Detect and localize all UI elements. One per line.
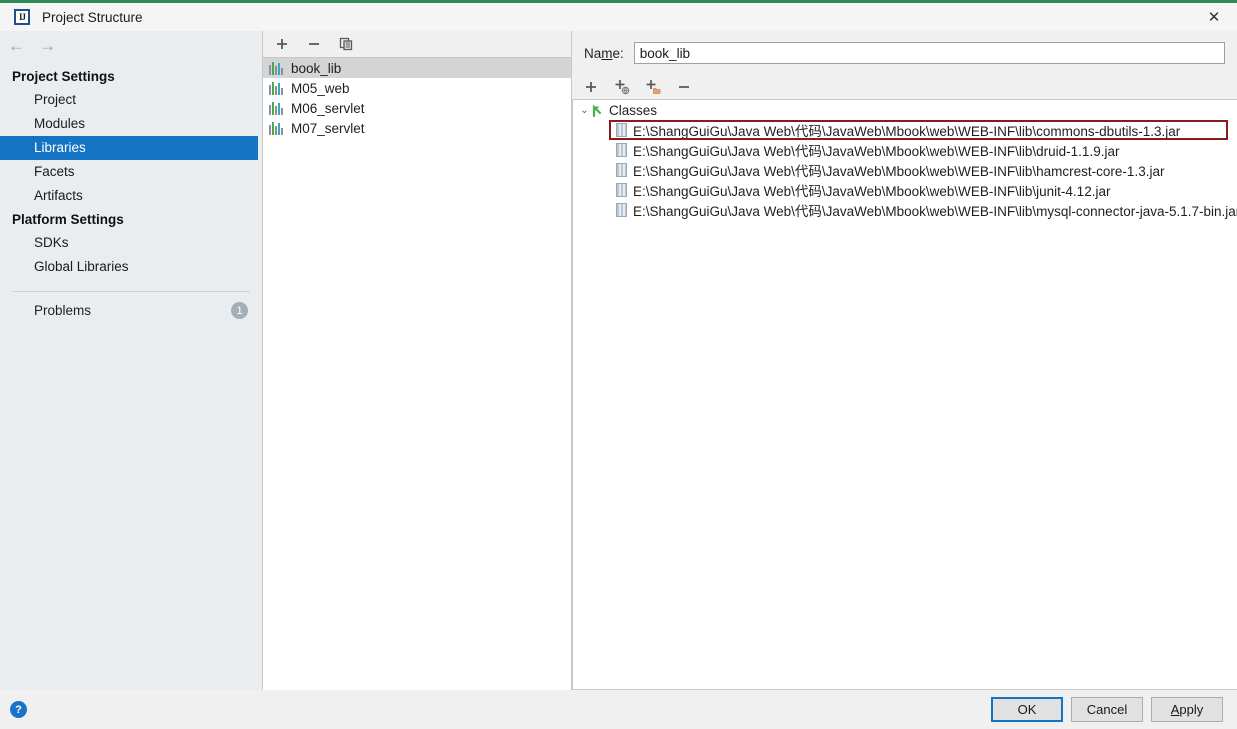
- dialog-footer: ? OK Cancel Apply: [0, 690, 1237, 729]
- sidebar-item-facets[interactable]: Facets: [0, 160, 262, 184]
- name-field-row: Name:: [572, 31, 1237, 75]
- remove-root-button[interactable]: [675, 78, 693, 96]
- dialog-buttons: OK Cancel Apply: [991, 697, 1223, 722]
- libraries-toolbar: [263, 31, 571, 57]
- tree-item-jar[interactable]: E:\ShangGuiGu\Java Web\代码\JavaWeb\Mbook\…: [573, 200, 1237, 220]
- apply-rest: pply: [1179, 702, 1204, 717]
- add-directory-root-button[interactable]: [644, 78, 662, 96]
- library-name: book_lib: [291, 60, 342, 76]
- sidebar-item-global-libraries[interactable]: Global Libraries: [0, 255, 262, 279]
- name-input[interactable]: [633, 42, 1225, 64]
- classes-green-arrow-icon: [591, 103, 608, 118]
- library-icon: [269, 81, 285, 95]
- library-name: M07_servlet: [291, 120, 365, 136]
- add-library-button[interactable]: [273, 35, 291, 53]
- library-name: M06_servlet: [291, 100, 365, 116]
- library-roots-tree[interactable]: ⌄ Classes E:\ShangGuiGu\Java Web\代码\Java…: [572, 99, 1237, 690]
- jar-path: E:\ShangGuiGu\Java Web\代码\JavaWeb\Mbook\…: [633, 184, 1111, 199]
- library-icon: [269, 61, 285, 75]
- tree-item-jar[interactable]: E:\ShangGuiGu\Java Web\代码\JavaWeb\Mbook\…: [573, 120, 1237, 140]
- cancel-button[interactable]: Cancel: [1071, 697, 1143, 722]
- jar-path: E:\ShangGuiGu\Java Web\代码\JavaWeb\Mbook\…: [633, 204, 1237, 219]
- forward-arrow-icon[interactable]: →: [39, 37, 56, 54]
- window-title: Project Structure: [42, 9, 143, 25]
- project-structure-dialog: IJ Project Structure ✕ ← → Project Setti…: [0, 0, 1237, 729]
- jar-file-icon: [616, 163, 627, 177]
- dialog-body: ← → Project Settings Project Modules Lib…: [0, 31, 1237, 690]
- jar-path: E:\ShangGuiGu\Java Web\代码\JavaWeb\Mbook\…: [633, 164, 1165, 179]
- tree-item-jar[interactable]: E:\ShangGuiGu\Java Web\代码\JavaWeb\Mbook\…: [573, 140, 1237, 160]
- list-item[interactable]: M06_servlet: [263, 98, 571, 118]
- ok-button[interactable]: OK: [991, 697, 1063, 722]
- tree-node-classes[interactable]: ⌄ Classes: [573, 100, 1237, 120]
- libraries-list-panel: book_lib M05_web M06_servlet M07_servlet: [263, 31, 572, 690]
- library-icon: [269, 121, 285, 135]
- sidebar-items: Project Settings Project Modules Librari…: [0, 59, 262, 323]
- list-item[interactable]: M05_web: [263, 78, 571, 98]
- add-root-button[interactable]: [582, 78, 600, 96]
- group-header-project-settings: Project Settings: [12, 69, 115, 84]
- settings-sidebar: ← → Project Settings Project Modules Lib…: [0, 31, 263, 690]
- jar-file-icon: [616, 123, 627, 137]
- intellij-idea-icon: IJ: [14, 9, 30, 25]
- close-icon[interactable]: ✕: [1191, 3, 1237, 31]
- title-bar: IJ Project Structure ✕: [0, 3, 1237, 31]
- tree-item-jar[interactable]: E:\ShangGuiGu\Java Web\代码\JavaWeb\Mbook\…: [573, 180, 1237, 200]
- library-icon: [269, 101, 285, 115]
- sidebar-item-sdks[interactable]: SDKs: [0, 231, 262, 255]
- sidebar-scrollbar[interactable]: [258, 59, 262, 690]
- chevron-down-icon[interactable]: ⌄: [578, 105, 591, 116]
- back-arrow-icon[interactable]: ←: [8, 37, 25, 54]
- jar-file-icon: [616, 143, 627, 157]
- roots-toolbar: [572, 75, 1237, 99]
- sidebar-nav-arrows: ← →: [0, 31, 262, 59]
- tree-item-jar[interactable]: E:\ShangGuiGu\Java Web\代码\JavaWeb\Mbook\…: [573, 160, 1237, 180]
- problems-count-badge: 1: [231, 302, 248, 319]
- library-detail-panel: Name: book_lib ⌄ Classes E:\ShangGuiGu\J…: [572, 31, 1237, 690]
- copy-library-button[interactable]: [337, 35, 355, 53]
- name-label: Name:: [584, 45, 624, 61]
- list-item[interactable]: book_lib: [263, 58, 571, 78]
- list-item[interactable]: M07_servlet: [263, 118, 571, 138]
- problems-label: Problems: [34, 303, 92, 318]
- jar-file-icon: [616, 203, 627, 217]
- help-icon[interactable]: ?: [10, 701, 27, 718]
- group-header-platform-settings: Platform Settings: [12, 212, 124, 227]
- sidebar-item-problems[interactable]: Problems 1: [0, 292, 262, 323]
- apply-button[interactable]: Apply: [1151, 697, 1223, 722]
- jar-path: E:\ShangGuiGu\Java Web\代码\JavaWeb\Mbook\…: [633, 124, 1181, 139]
- sidebar-item-libraries[interactable]: Libraries: [0, 136, 262, 160]
- jar-file-icon: [616, 183, 627, 197]
- sidebar-item-modules[interactable]: Modules: [0, 112, 262, 136]
- remove-library-button[interactable]: [305, 35, 323, 53]
- jar-path: E:\ShangGuiGu\Java Web\代码\JavaWeb\Mbook\…: [633, 144, 1120, 159]
- libraries-list[interactable]: book_lib M05_web M06_servlet M07_servlet: [263, 57, 571, 690]
- sidebar-item-artifacts[interactable]: Artifacts: [0, 184, 262, 208]
- classes-label: Classes: [609, 102, 658, 118]
- add-maven-root-button[interactable]: [613, 78, 631, 96]
- sidebar-item-project[interactable]: Project: [0, 88, 262, 112]
- library-name: M05_web: [291, 80, 350, 96]
